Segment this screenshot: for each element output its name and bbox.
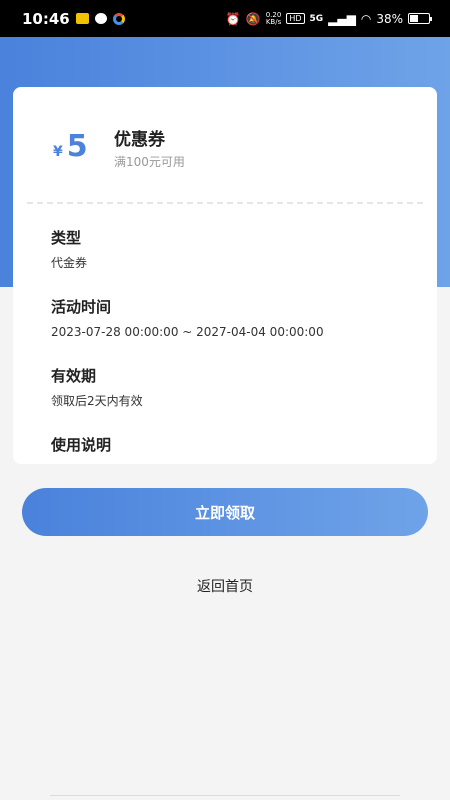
coupon-info-list: 类型 代金券 活动时间 2023-07-28 00:00:00 ~ 2027-0… [51, 227, 417, 464]
status-time: 10:46 [22, 9, 70, 28]
status-bar: 10:46 ⏰ 🔕 0.20 KB/s HD 5G ▂▄▆ ◠ 38% [0, 0, 450, 37]
hd-badge: HD [286, 13, 305, 24]
info-validity: 有效期 领取后2天内有效 [51, 365, 417, 434]
back-home-link[interactable]: 返回首页 [0, 576, 450, 596]
info-label: 使用说明 [51, 436, 112, 454]
info-label: 类型 [51, 229, 82, 247]
claim-coupon-button[interactable]: 立即领取 [22, 488, 428, 536]
alarm-icon: ⏰ [225, 11, 241, 26]
bottom-edge [50, 795, 400, 800]
chat-notification-icon [94, 13, 107, 24]
coupon-title: 优惠券 [114, 130, 165, 150]
network-speed-unit: KB/s [265, 17, 282, 26]
coupon-condition: 满100元可用 [114, 155, 185, 169]
signal-label: 5G [309, 13, 324, 24]
battery-icon [408, 13, 432, 24]
info-value: 2023-07-28 00:00:00 ~ 2027-04-04 00:00:0… [51, 325, 324, 339]
coupon-amount-value: 5 [66, 129, 88, 164]
coupon-amount: ¥ 5 [53, 129, 88, 164]
status-bar-left: 10:46 [22, 10, 125, 28]
coupon-card: ¥ 5 优惠券 满100元可用 类型 代金券 活动时间 2023-07-28 0… [13, 87, 437, 464]
colorful-app-notification-icon [112, 12, 125, 25]
battery-percent: 38% [376, 11, 403, 26]
info-activity-time: 活动时间 2023-07-28 00:00:00 ~ 2027-04-04 00… [51, 296, 417, 365]
wifi-icon: ◠ [360, 11, 372, 26]
currency-symbol: ¥ [53, 144, 63, 160]
info-type: 类型 代金券 [51, 227, 417, 296]
info-label: 活动时间 [51, 298, 112, 316]
app-notification-icon [75, 13, 89, 24]
info-label: 有效期 [51, 367, 97, 385]
info-value: 领取后2天内有效 [51, 394, 143, 408]
info-value: 代金券 [51, 256, 88, 270]
info-usage-notes: 使用说明 [51, 434, 417, 464]
signal-bars-icon: ▂▄▆ [328, 11, 356, 26]
status-bar-right: ⏰ 🔕 0.20 KB/s HD 5G ▂▄▆ ◠ 38% [225, 11, 432, 26]
coupon-header: ¥ 5 优惠券 满100元可用 [13, 87, 437, 203]
network-speed: 0.20 KB/s [265, 11, 282, 26]
dashed-divider [27, 202, 423, 204]
mute-icon: 🔕 [245, 11, 261, 26]
